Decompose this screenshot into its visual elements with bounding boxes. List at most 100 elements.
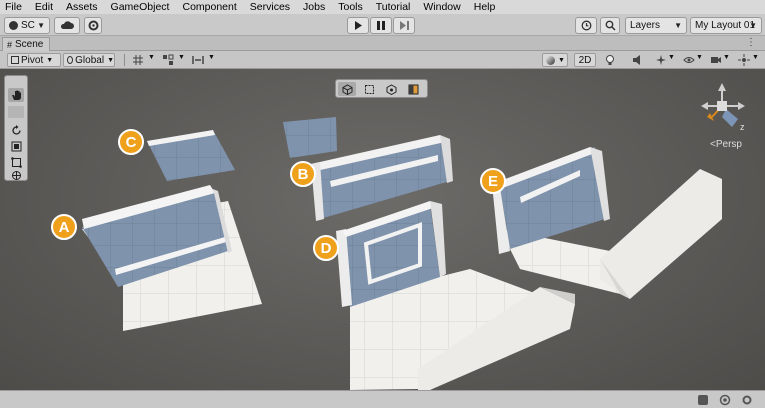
menu-services[interactable]: Services	[250, 1, 290, 13]
toggle-2d-button[interactable]: 2D	[574, 53, 596, 67]
scale-icon	[11, 141, 21, 151]
menu-assets[interactable]: Assets	[66, 1, 98, 13]
play-icon	[355, 21, 362, 30]
menu-edit[interactable]: Edit	[35, 1, 53, 13]
search-button[interactable]	[600, 17, 620, 34]
draw-mode-dropdown[interactable]: ▼	[542, 53, 568, 67]
wall-piece-a	[82, 185, 262, 331]
cloud-button[interactable]	[54, 17, 80, 34]
scale-tool[interactable]	[8, 139, 24, 153]
history-button[interactable]	[575, 17, 597, 34]
gear-icon	[88, 20, 98, 31]
account-dropdown[interactable]: SC ▼	[4, 17, 50, 34]
status-bar	[0, 390, 765, 408]
menu-jobs[interactable]: Jobs	[303, 1, 325, 13]
rotate-tool[interactable]	[8, 123, 24, 137]
cache-server-icon[interactable]	[697, 394, 709, 406]
globe-icon	[67, 56, 74, 64]
chevron-down-icon: ▼	[37, 21, 45, 30]
chevron-down-icon[interactable]: ▼	[696, 54, 703, 61]
layers-dropdown[interactable]: Layers ▼	[625, 17, 687, 34]
menu-bar: File Edit Assets GameObject Component Se…	[0, 0, 765, 14]
hidden-objects-icon[interactable]	[683, 54, 695, 66]
scene-viewport[interactable]: z <Persp A B C D E	[0, 69, 765, 390]
marker-c: C	[118, 129, 144, 155]
persp-label[interactable]: <Persp	[710, 139, 742, 150]
probuilder-button[interactable]	[382, 82, 400, 96]
persp-text: Persp	[715, 139, 742, 150]
layers-label: Layers	[630, 20, 661, 31]
transform-tool[interactable]	[8, 168, 24, 182]
marker-d-label: D	[320, 239, 332, 257]
pivot-dropdown[interactable]: Pivot ▼	[7, 53, 61, 67]
settings-icon[interactable]	[741, 394, 753, 406]
marker-e: E	[480, 168, 506, 194]
grid-snap-icon[interactable]	[132, 54, 144, 66]
rotate-icon	[11, 124, 21, 135]
menu-window[interactable]: Window	[423, 1, 460, 13]
material-button[interactable]	[404, 82, 422, 96]
step-icon	[399, 21, 409, 30]
tab-scene[interactable]: # Scene	[2, 37, 50, 51]
pivot-icon	[11, 56, 19, 64]
marker-d: D	[313, 235, 339, 261]
camera-icon[interactable]	[710, 54, 722, 66]
hand-icon	[11, 90, 21, 100]
menu-gameobject[interactable]: GameObject	[111, 1, 170, 13]
chevron-down-icon[interactable]: ▼	[178, 54, 185, 61]
effects-icon[interactable]	[655, 54, 667, 66]
tool-panel	[4, 75, 28, 181]
toggle-2d-label: 2D	[578, 54, 592, 66]
wall-piece-e	[492, 147, 722, 299]
wall-piece-small	[283, 117, 337, 158]
marker-c-label: C	[125, 133, 137, 151]
snap-increment-icon[interactable]	[162, 54, 174, 66]
material-icon	[408, 84, 418, 94]
align-icon[interactable]	[192, 54, 204, 66]
layout-dropdown[interactable]: My Layout 01 ▼	[690, 17, 762, 34]
menu-file[interactable]: File	[5, 1, 22, 13]
collab-button[interactable]	[84, 17, 102, 34]
pivot-label: Pivot	[21, 54, 44, 66]
menu-tools[interactable]: Tools	[338, 1, 363, 13]
pause-button[interactable]	[370, 17, 392, 34]
marker-a: A	[51, 214, 77, 240]
chevron-down-icon[interactable]: ▼	[208, 54, 215, 61]
rect-select-icon	[364, 84, 374, 94]
chevron-down-icon[interactable]: ▼	[723, 54, 730, 61]
marker-b: B	[290, 161, 316, 187]
audio-icon[interactable]	[632, 54, 644, 66]
rect-tool[interactable]	[8, 155, 24, 169]
menu-tutorial[interactable]: Tutorial	[376, 1, 411, 13]
chevron-down-icon[interactable]: ▼	[752, 54, 759, 61]
global-dropdown[interactable]: Global ▼	[63, 53, 115, 67]
shaded-sphere-icon	[546, 55, 555, 65]
menu-component[interactable]: Component	[182, 1, 236, 13]
transform-icon	[11, 170, 21, 180]
component-tools-bar	[335, 79, 428, 98]
orientation-gizmo[interactable]	[701, 83, 745, 127]
rect-transform-icon	[10, 156, 22, 168]
probuilder-icon	[386, 83, 396, 95]
scene-render: z	[82, 83, 745, 390]
play-button[interactable]	[347, 17, 369, 34]
step-button[interactable]	[393, 17, 415, 34]
cube-view-button[interactable]	[338, 82, 356, 96]
lighting-icon[interactable]	[604, 54, 616, 66]
menu-help[interactable]: Help	[474, 1, 496, 13]
chevron-down-icon: ▼	[558, 56, 565, 64]
gizmos-icon[interactable]	[738, 54, 750, 66]
chevron-down-icon[interactable]: ▼	[668, 54, 675, 61]
chevron-down-icon[interactable]: ▼	[148, 54, 155, 61]
layout-label: My Layout 01	[695, 20, 756, 31]
chevron-down-icon: ▼	[674, 21, 682, 30]
hand-tool[interactable]	[8, 88, 24, 102]
debug-icon[interactable]	[719, 394, 731, 406]
tab-scene-label: Scene	[15, 39, 44, 50]
tab-menu-icon[interactable]: ⋮	[746, 37, 757, 48]
scene-tab-bar: # Scene ⋮	[0, 36, 765, 51]
account-icon	[9, 21, 18, 30]
move-tool[interactable]	[8, 106, 24, 118]
rect-select-button[interactable]	[360, 82, 378, 96]
main-toolbar: SC ▼ Layers ▼ My Layout 01 ▼	[0, 14, 765, 36]
